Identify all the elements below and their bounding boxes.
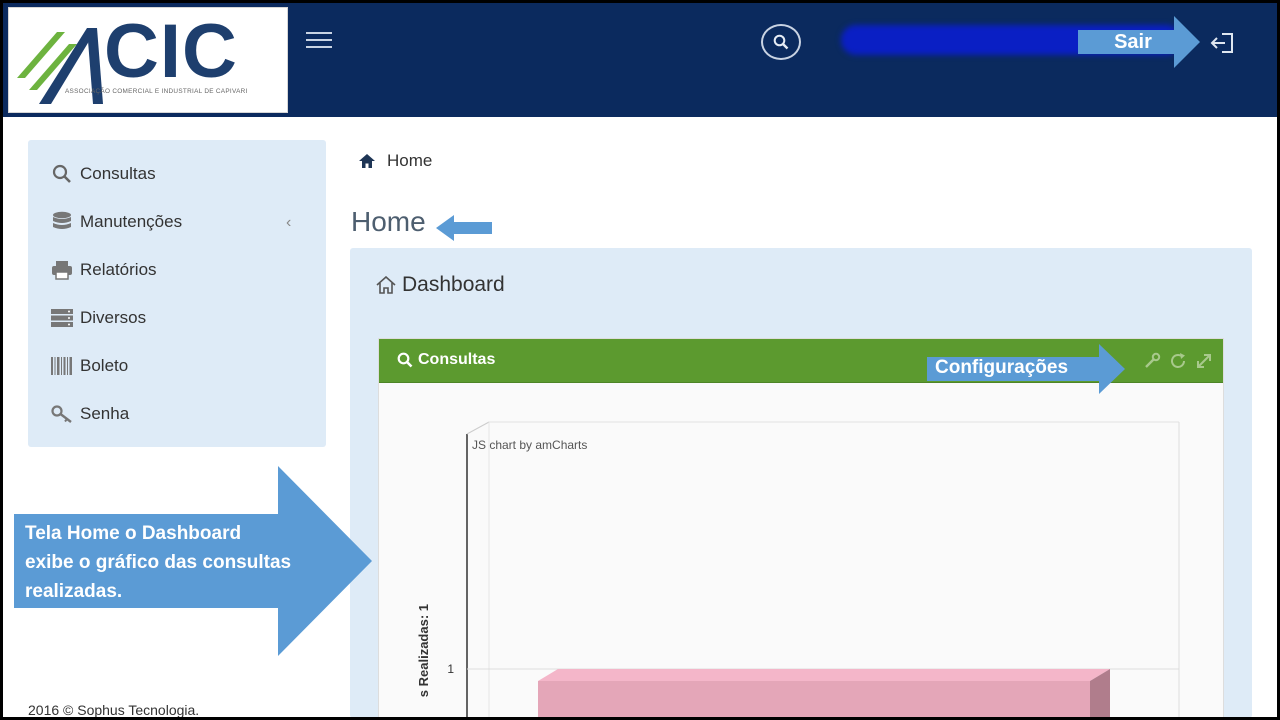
widget-title: Consultas <box>397 351 495 369</box>
sidebar-item-manutencoes[interactable]: Manutenções <box>50 209 182 235</box>
server-icon <box>50 308 74 328</box>
annotation-arrow-left <box>436 215 492 241</box>
hamburger-menu-icon[interactable] <box>303 27 335 57</box>
home-outline-icon <box>376 276 396 294</box>
sidebar-item-label: Boleto <box>80 356 129 375</box>
sidebar-item-senha[interactable]: Senha <box>50 401 129 427</box>
annotation-text: Tela Home o Dashboard exibe o gráfico da… <box>25 519 325 606</box>
refresh-icon[interactable] <box>1169 352 1187 370</box>
sidebar-item-label: Senha <box>80 404 130 423</box>
wrench-icon[interactable] <box>1143 352 1161 370</box>
logo-text: CIC <box>104 9 238 94</box>
widget-title-text: Consultas <box>418 351 496 368</box>
breadcrumb-home-link[interactable]: Home <box>387 151 432 171</box>
top-bar: CIC ASSOCIAÇÃO COMERCIAL E INDUSTRIAL DE… <box>3 3 1277 117</box>
sidebar: Consultas Manutenções ‹ Relatórios Diver… <box>28 140 326 447</box>
search-icon <box>397 352 413 368</box>
key-icon <box>50 404 74 424</box>
home-icon <box>359 154 375 168</box>
dashboard-panel: Dashboard Consultas Configurações JS cha… <box>350 248 1252 717</box>
sidebar-item-label: Relatórios <box>80 260 157 279</box>
logout-annotation-label: Sair <box>1114 31 1152 53</box>
consultas-widget: Consultas Configurações JS chart by amCh… <box>378 338 1224 717</box>
page-title: Home <box>351 206 426 237</box>
widget-header: Consultas Configurações <box>379 339 1223 394</box>
bar-top-0 <box>538 669 1110 681</box>
footer-copyright: 2016 © Sophus Tecnologia. <box>28 702 200 717</box>
y-axis-label: s Realizadas: 1 <box>416 604 431 697</box>
database-icon <box>50 211 74 232</box>
sidebar-item-label: Diversos <box>80 308 147 327</box>
bar-series <box>538 669 1110 717</box>
consultas-chart: JS chart by amCharts 1 s Realizadas: 1 <box>416 421 1180 717</box>
sidebar-item-label: Manutenções <box>80 212 183 231</box>
acic-logo[interactable]: CIC ASSOCIAÇÃO COMERCIAL E INDUSTRIAL DE… <box>8 7 288 113</box>
logout-icon[interactable] <box>1210 31 1236 55</box>
printer-icon <box>50 260 74 280</box>
sidebar-item-consultas[interactable]: Consultas <box>50 161 156 187</box>
y-tick-label: 1 <box>447 662 454 676</box>
expand-icon[interactable] <box>1195 352 1213 370</box>
search-button[interactable] <box>761 24 801 60</box>
sidebar-item-relatorios[interactable]: Relatórios <box>50 257 157 283</box>
annotation-line-2: exibe o gráfico das consultas <box>25 552 292 573</box>
app-frame: CIC ASSOCIAÇÃO COMERCIAL E INDUSTRIAL DE… <box>3 3 1277 717</box>
annotation-line-1: Tela Home o Dashboard <box>25 523 242 544</box>
chevron-left-icon[interactable]: ‹ <box>286 214 291 232</box>
sidebar-item-diversos[interactable]: Diversos <box>50 305 146 331</box>
config-annotation-label: Configurações <box>935 357 1069 378</box>
breadcrumb: Home <box>359 151 432 171</box>
bar-front-0[interactable] <box>538 681 1090 717</box>
sidebar-item-boleto[interactable]: Boleto <box>50 353 128 379</box>
axis-depth-line <box>466 421 490 435</box>
annotation-line-3: realizadas. <box>25 581 123 602</box>
search-icon <box>50 164 74 184</box>
widget-toolbar <box>1143 352 1213 370</box>
panel-title: Dashboard <box>376 273 505 297</box>
sidebar-item-label: Consultas <box>80 164 156 183</box>
logo-subtitle: ASSOCIAÇÃO COMERCIAL E INDUSTRIAL DE CAP… <box>65 88 248 95</box>
panel-title-text: Dashboard <box>402 273 505 296</box>
chart-credit: JS chart by amCharts <box>472 438 587 452</box>
barcode-icon <box>50 356 74 376</box>
search-icon <box>773 34 789 50</box>
